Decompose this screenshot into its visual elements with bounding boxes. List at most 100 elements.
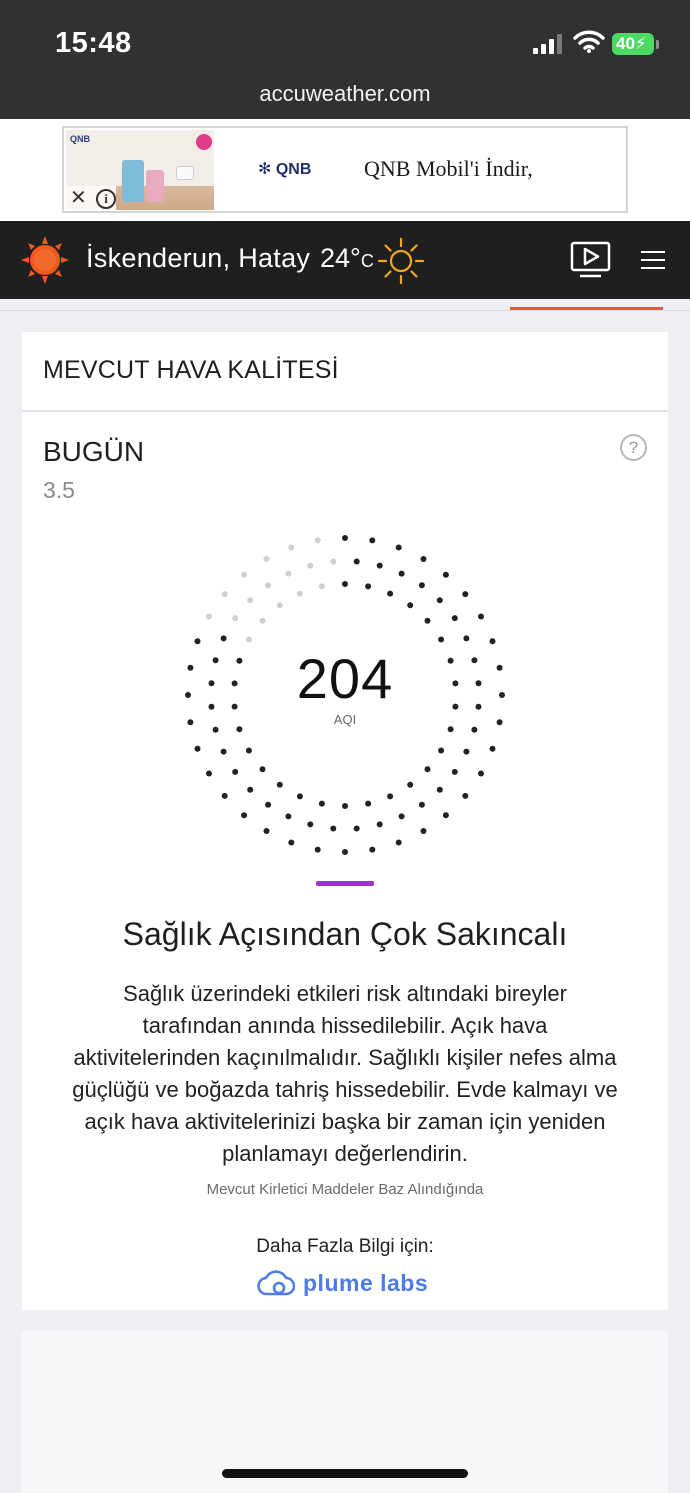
gauge-dot-inactive [241, 571, 248, 578]
gauge-dot-active [387, 590, 394, 597]
gauge-dot-active [398, 813, 405, 820]
gauge-dot-active [285, 813, 292, 820]
battery-level: 40 [616, 34, 635, 53]
aqi-description: Sağlık üzerindeki etkileri risk altındak… [72, 981, 618, 1166]
location-name[interactable]: İskenderun, Hatay [86, 243, 310, 274]
suitcase-shape [146, 170, 164, 202]
aqi-basis-note: Mevcut Kirletici Maddeler Baz Alındığınd… [206, 1181, 484, 1198]
gauge-dot-active [442, 812, 449, 819]
gauge-dot-active [418, 801, 425, 808]
plume-labs-text: plume labs [303, 1269, 429, 1296]
gauge-dot-active [438, 747, 445, 754]
aqi-unit: AQI [333, 712, 357, 727]
gauge-dot-active [436, 597, 443, 604]
gauge-dot-active [365, 583, 372, 590]
gauge-dot-active [318, 800, 325, 807]
gauge-dot-active [447, 726, 454, 733]
gauge-dot-active [342, 803, 348, 809]
accuweather-logo-icon[interactable] [20, 235, 70, 285]
gauge-dot-inactive [259, 617, 266, 624]
charging-bolt-icon: ⚡ [634, 34, 647, 53]
gauge-dot-active [395, 839, 402, 846]
site-header: İskenderun, Hatay 24°C [0, 221, 690, 299]
gauge-dot-active [387, 793, 394, 800]
gauge-dot-active [220, 748, 227, 755]
status-time: 15:48 [55, 27, 132, 59]
card-title: MEVCUT HAVA KALİTESİ [43, 356, 339, 384]
ad-logo-text: QNB [275, 161, 312, 178]
video-play-icon[interactable] [570, 241, 612, 279]
sunny-icon [377, 237, 425, 285]
gauge-dot-active [418, 582, 425, 589]
gauge-dot-active [288, 839, 295, 846]
gauge-dot-inactive [285, 570, 292, 577]
gauge-dot-active [232, 768, 239, 775]
gauge-dot-active [395, 544, 402, 551]
gauge-dot-active [398, 570, 405, 577]
gauge-dot-active [478, 770, 484, 777]
help-icon[interactable]: ? [620, 434, 647, 461]
aqi-category: Sağlık Açısından Çok Sakıncalı [122, 916, 568, 952]
day-value: 3.5 [43, 477, 75, 503]
gauge-dot-active [220, 635, 227, 642]
gauge-dot-active [212, 726, 219, 733]
more-info-label: Daha Fazla Bilgi için: [256, 1236, 434, 1257]
gauge-dot-active [438, 636, 445, 643]
active-subnav-indicator [510, 307, 663, 310]
gauge-dot-active [376, 562, 383, 569]
info-icon[interactable]: i [96, 189, 116, 209]
gauge-dot-active [463, 635, 470, 642]
gauge-dot-active [451, 768, 458, 775]
gauge-dot-active [369, 537, 376, 544]
gauge-dot-inactive [318, 583, 325, 590]
gauge-dot-active [353, 558, 360, 565]
cellular-signal-icon [533, 34, 562, 54]
gauge-dot-inactive [296, 590, 303, 597]
gauge-dot-active [265, 801, 272, 808]
plume-labs-cloud-icon [257, 1270, 295, 1296]
gauge-dot-active [365, 800, 372, 807]
badge-shape [196, 134, 212, 150]
gauge-dot-active [194, 638, 201, 645]
gauge-dot-active [369, 846, 376, 853]
hamburger-menu-icon[interactable] [640, 249, 666, 271]
divider [22, 410, 668, 412]
gauge-dot-inactive [276, 602, 283, 609]
battery-tip [656, 40, 659, 49]
gauge-dot-active [353, 825, 360, 832]
gauge-dot-active [407, 602, 414, 609]
suitcase-shape [122, 160, 144, 202]
gauge-dot-active [342, 849, 348, 855]
gauge-dot-active [471, 726, 478, 733]
gauge-dot-inactive [232, 615, 239, 622]
gauge-dot-inactive [307, 562, 314, 569]
gauge-dot-inactive [247, 597, 254, 604]
ad-banner[interactable]: QNB ✕ i ✻ QNB QNB Mobil'i İndir, [62, 126, 628, 213]
home-indicator [222, 1469, 468, 1478]
ad-strip: QNB ✕ i ✻ QNB QNB Mobil'i İndir, [0, 119, 690, 221]
gauge-dot-active [420, 556, 427, 562]
category-color-bar [316, 881, 374, 886]
gauge-dot-active [342, 535, 348, 541]
gauge-dot-active [424, 617, 431, 624]
gauge-dot-active [462, 792, 469, 799]
gauge-dot-active [463, 748, 470, 755]
ad-image-brand: QNB [70, 134, 90, 144]
gauge-dot-active [314, 846, 321, 853]
gauge-dot-inactive [314, 537, 321, 544]
gauge-dot-active [307, 821, 314, 828]
gauge-dot-active [462, 591, 469, 598]
gauge-dot-inactive [265, 582, 272, 589]
gauge-dot-active [247, 786, 254, 793]
gauge-dot-active [241, 812, 248, 819]
gauge-dot-active [489, 745, 496, 752]
gauge-dot-active [407, 781, 414, 788]
day-label: BUGÜN [43, 436, 145, 467]
wifi-icon [573, 30, 605, 53]
plume-labs-link[interactable]: plume labs [257, 1266, 428, 1300]
temperature-value: 24° [320, 243, 361, 273]
ad-logo: ✻ QNB [258, 159, 311, 179]
gauge-dot-active [263, 828, 270, 834]
url-bar[interactable]: accuweather.com [0, 81, 690, 107]
browser-top-bar: 15:48 40⚡ accuweather.com [0, 0, 690, 119]
